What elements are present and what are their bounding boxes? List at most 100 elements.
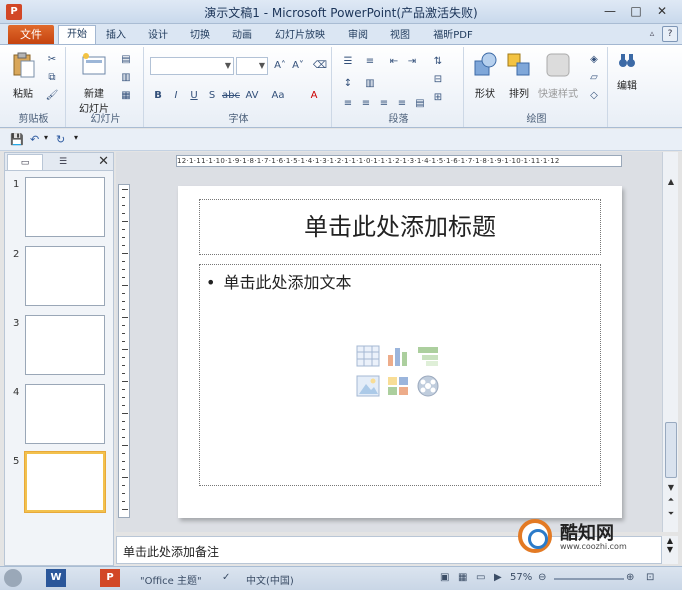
- tab-view[interactable]: 视图: [384, 27, 416, 44]
- reading-view-icon[interactable]: ▭: [476, 572, 485, 583]
- close-button[interactable]: ✕: [650, 2, 674, 20]
- editing-button[interactable]: 编辑: [612, 51, 642, 92]
- slide-thumbnail-2[interactable]: [25, 246, 105, 306]
- font-size-combo[interactable]: ▼: [236, 57, 268, 75]
- language-status[interactable]: 中文(中国): [246, 572, 294, 587]
- help-icon[interactable]: ?: [662, 26, 678, 42]
- tab-slide-show[interactable]: 幻灯片放映: [268, 27, 332, 44]
- numbering-icon[interactable]: ≡: [362, 55, 378, 69]
- decrease-indent-icon[interactable]: ⇤: [386, 55, 402, 69]
- scroll-down-icon[interactable]: ▼: [665, 482, 677, 494]
- section-icon[interactable]: ▦: [118, 89, 134, 103]
- zoom-slider[interactable]: [554, 578, 624, 580]
- redo-icon[interactable]: ↻: [56, 133, 65, 146]
- fit-to-window-icon[interactable]: ⊡: [646, 572, 654, 583]
- insert-picture-icon[interactable]: [356, 375, 380, 397]
- ribbon-minimize-icon[interactable]: ▵: [646, 28, 658, 40]
- cut-icon[interactable]: ✂: [44, 53, 60, 67]
- insert-smartart-icon[interactable]: [416, 345, 440, 367]
- tab-foxit-pdf[interactable]: 福昕PDF: [426, 27, 480, 44]
- distributed-icon[interactable]: ▤: [412, 97, 428, 111]
- slide-thumbnail-4[interactable]: [25, 384, 105, 444]
- bullets-icon[interactable]: ☰: [340, 55, 356, 69]
- insert-media-icon[interactable]: [416, 375, 440, 397]
- grow-font-icon[interactable]: A˄: [272, 59, 288, 73]
- body-placeholder[interactable]: • 单击此处添加文本: [199, 264, 601, 486]
- strikethrough-icon[interactable]: abc: [222, 89, 240, 103]
- insert-clip-art-icon[interactable]: [386, 375, 410, 397]
- maximize-button[interactable]: □: [624, 2, 648, 20]
- new-slide-button[interactable]: 新建 幻灯片: [74, 51, 114, 115]
- format-painter-icon[interactable]: 🖌: [44, 89, 60, 103]
- zoom-level[interactable]: 57%: [510, 572, 532, 583]
- tab-design[interactable]: 设计: [142, 27, 174, 44]
- text-direction-icon[interactable]: ⇅: [430, 55, 446, 69]
- shrink-font-icon[interactable]: A˅: [290, 59, 306, 73]
- copy-icon[interactable]: ⧉: [44, 71, 60, 85]
- reset-icon[interactable]: ▥: [118, 71, 134, 85]
- undo-dropdown-icon[interactable]: ▾: [44, 133, 48, 142]
- word-taskbar-icon[interactable]: W: [46, 569, 66, 587]
- clear-format-icon[interactable]: ⌫: [312, 59, 328, 73]
- shape-effects-icon[interactable]: ◇: [586, 89, 602, 103]
- slide-thumbnail-3[interactable]: [25, 315, 105, 375]
- zoom-in-icon[interactable]: ⊕: [626, 572, 634, 583]
- line-spacing-icon[interactable]: ↕: [340, 77, 356, 91]
- paste-button[interactable]: 粘贴: [8, 51, 38, 100]
- tab-outline[interactable]: ☰: [45, 154, 81, 170]
- tab-slides-thumbnails[interactable]: ▭: [7, 154, 43, 170]
- character-spacing-icon[interactable]: AV: [244, 89, 260, 103]
- slide-thumbnail-5[interactable]: [25, 452, 105, 512]
- previous-slide-icon[interactable]: ⏶: [665, 494, 677, 506]
- font-color-icon[interactable]: A: [306, 89, 322, 103]
- align-right-icon[interactable]: ≡: [376, 97, 392, 111]
- undo-icon[interactable]: ↶: [30, 133, 39, 146]
- shape-outline-icon[interactable]: ▱: [586, 71, 602, 85]
- underline-icon[interactable]: U: [186, 89, 202, 103]
- align-text-icon[interactable]: ⊟: [430, 73, 446, 87]
- tab-home[interactable]: 开始: [58, 25, 96, 45]
- close-pane-icon[interactable]: ✕: [98, 154, 109, 169]
- quick-styles-button[interactable]: 快速样式: [536, 51, 580, 100]
- notes-scrollbar[interactable]: ▲ ▼: [662, 536, 678, 564]
- slide-show-icon[interactable]: ▶: [494, 572, 502, 583]
- scroll-thumb[interactable]: [665, 422, 677, 478]
- save-icon[interactable]: 💾: [10, 133, 24, 146]
- insert-table-icon[interactable]: [356, 345, 380, 367]
- check-icon[interactable]: ✓: [222, 572, 230, 583]
- normal-view-icon[interactable]: ▣: [440, 572, 449, 583]
- increase-indent-icon[interactable]: ⇥: [404, 55, 420, 69]
- justify-icon[interactable]: ≡: [394, 97, 410, 111]
- arrange-button[interactable]: 排列: [504, 51, 534, 100]
- tab-review[interactable]: 审阅: [342, 27, 374, 44]
- zoom-out-icon[interactable]: ⊖: [538, 572, 546, 583]
- tab-file[interactable]: 文件: [8, 25, 54, 44]
- vertical-scrollbar[interactable]: ▲ ▼ ⏶ ⏷: [662, 152, 678, 532]
- insert-chart-icon[interactable]: [386, 345, 410, 367]
- drawing-group-label: 绘图: [526, 114, 547, 125]
- shapes-button[interactable]: 形状: [470, 51, 500, 100]
- tab-insert[interactable]: 插入: [100, 27, 132, 44]
- powerpoint-taskbar-icon[interactable]: P: [100, 569, 120, 587]
- shadow-icon[interactable]: S: [204, 89, 220, 103]
- scroll-up-icon[interactable]: ▲: [665, 176, 677, 188]
- align-center-icon[interactable]: ≡: [358, 97, 374, 111]
- minimize-button[interactable]: —: [598, 2, 622, 20]
- align-left-icon[interactable]: ≡: [340, 97, 356, 111]
- change-case-icon[interactable]: Aa: [270, 89, 286, 103]
- slide-thumbnail-1[interactable]: [25, 177, 105, 237]
- slide-sorter-icon[interactable]: ▦: [458, 572, 467, 583]
- layout-icon[interactable]: ▤: [118, 53, 134, 67]
- next-slide-icon[interactable]: ⏷: [665, 508, 677, 520]
- title-placeholder[interactable]: 单击此处添加标题: [199, 199, 601, 255]
- italic-icon[interactable]: I: [168, 89, 184, 103]
- smartart-icon[interactable]: ⊞: [430, 91, 446, 105]
- columns-icon[interactable]: ▥: [362, 77, 378, 91]
- shape-fill-icon[interactable]: ◈: [586, 53, 602, 67]
- font-family-combo[interactable]: ▼: [150, 57, 234, 75]
- tab-transitions[interactable]: 切换: [184, 27, 216, 44]
- customize-qat-icon[interactable]: ▾: [74, 133, 78, 142]
- tab-animations[interactable]: 动画: [226, 27, 258, 44]
- bold-icon[interactable]: B: [150, 89, 166, 103]
- editing-label: 编辑: [617, 81, 637, 92]
